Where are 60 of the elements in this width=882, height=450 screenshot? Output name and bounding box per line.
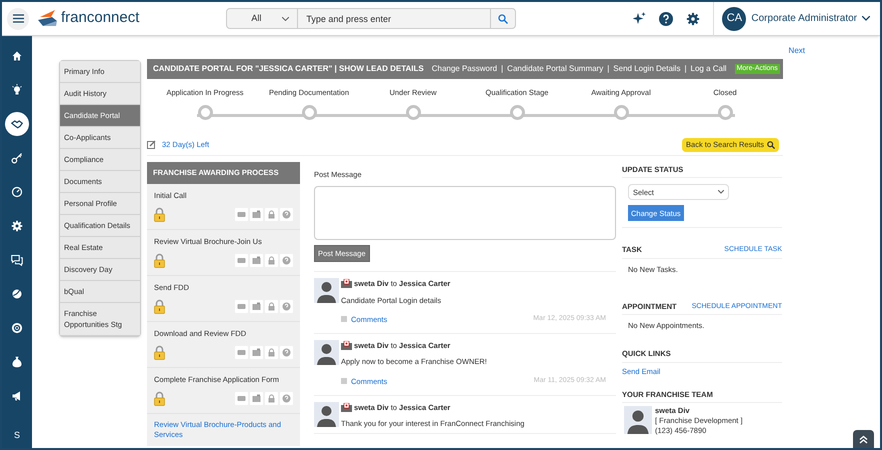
chat-bubble-icon[interactable]	[235, 392, 248, 406]
chat-bubble-icon[interactable]	[235, 208, 248, 222]
chat-bubble-icon[interactable]	[235, 254, 248, 268]
scope-dropdown[interactable]: All	[226, 8, 298, 29]
padlock-icon	[154, 299, 165, 314]
envelope-icon[interactable]	[250, 346, 263, 360]
comment-icon	[341, 378, 347, 384]
header-link[interactable]: Candidate Portal Summary	[507, 63, 604, 75]
message-field[interactable]	[314, 186, 616, 240]
padlock-icon[interactable]	[265, 392, 278, 406]
edit-icon[interactable]	[147, 140, 156, 149]
separator: |	[684, 63, 687, 75]
avatar-placeholder	[314, 402, 339, 427]
search-button[interactable]	[490, 8, 516, 29]
comment-icon	[341, 316, 347, 322]
header-link[interactable]: Log a Call	[690, 63, 727, 75]
scroll-top-button[interactable]	[853, 430, 874, 448]
separator: |	[607, 63, 610, 75]
caret-icon[interactable]	[862, 16, 870, 21]
brand-name: franconnect	[61, 8, 140, 28]
search-field[interactable]: Type and press enter	[298, 8, 490, 29]
avatar-placeholder	[624, 406, 652, 434]
avatar-placeholder	[314, 340, 339, 365]
menu-icon[interactable]	[7, 8, 29, 30]
envelope-icon	[341, 341, 352, 350]
avatar-placeholder	[314, 278, 339, 304]
padlock-icon[interactable]	[265, 346, 278, 360]
chat-bubble-icon[interactable]	[235, 300, 248, 314]
envelope-icon[interactable]	[250, 254, 263, 268]
envelope-icon	[341, 279, 352, 288]
padlock-icon[interactable]	[265, 300, 278, 314]
padlock-icon	[154, 253, 165, 268]
chevrons-up-icon	[859, 434, 868, 444]
search-icon	[767, 140, 775, 148]
search-icon	[498, 14, 508, 24]
help-icon[interactable]	[659, 12, 674, 26]
settings-icon[interactable]	[686, 12, 700, 26]
chat-bubble-icon[interactable]	[235, 346, 248, 360]
padlock-icon	[154, 207, 165, 222]
sidebar-item[interactable]: S	[5, 424, 29, 448]
header-link[interactable]: Send Login Details	[613, 63, 680, 75]
separator: |	[501, 63, 504, 75]
sparkle-icon[interactable]	[633, 12, 646, 25]
envelope-icon[interactable]	[250, 392, 263, 406]
next-link[interactable]: Next	[788, 45, 805, 59]
padlock-icon	[154, 391, 165, 406]
padlock-icon[interactable]	[265, 254, 278, 268]
envelope-icon[interactable]	[250, 208, 263, 222]
caret-icon	[282, 16, 290, 20]
portal-title: CANDIDATE PORTAL FOR "JESSICA CARTER" | SHOW LEAD DETAILS	[153, 63, 424, 75]
user-avatar[interactable]: CA	[722, 6, 746, 30]
logo-icon	[37, 8, 59, 28]
user-name[interactable]: Corporate Administrator	[751, 11, 857, 26]
header-link[interactable]: Change Password	[432, 63, 498, 75]
handshake-icon[interactable]	[5, 112, 29, 136]
envelope-icon[interactable]	[250, 300, 263, 314]
padlock-icon[interactable]	[265, 208, 278, 222]
padlock-icon	[154, 345, 165, 360]
envelope-icon	[341, 402, 352, 412]
caret-icon	[718, 190, 724, 194]
